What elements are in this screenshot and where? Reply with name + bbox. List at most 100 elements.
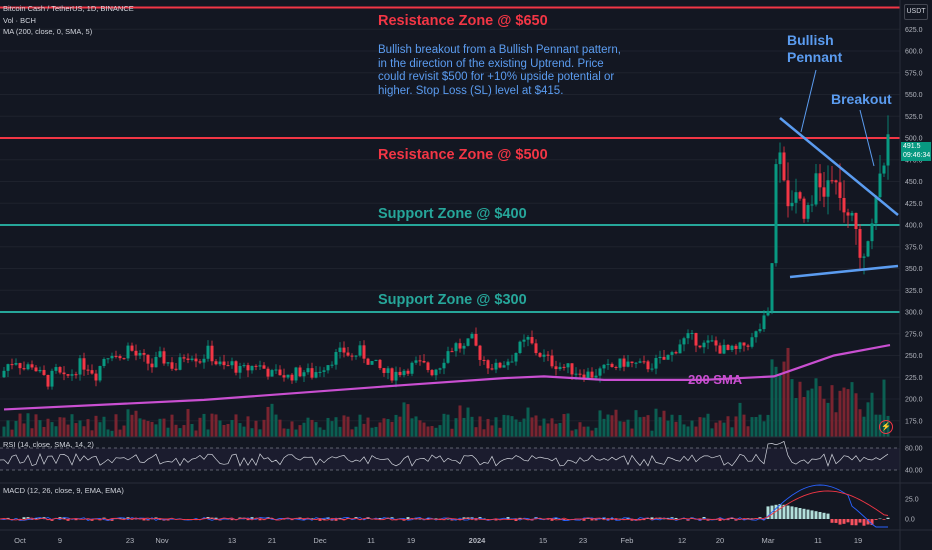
volume-bar [206, 429, 210, 437]
volume-bar [806, 390, 810, 437]
volume-bar [178, 428, 182, 437]
time-tick-label: 23 [126, 536, 134, 545]
candle-body [394, 371, 398, 381]
candle-body [494, 362, 498, 370]
macd-tick-label: 0.0 [905, 517, 915, 524]
volume-indicator-label[interactable]: Vol · BCH [3, 16, 36, 25]
volume-bar [466, 407, 470, 437]
volume-bar [338, 426, 342, 437]
volume-bar [830, 385, 834, 437]
candle-body [526, 337, 530, 340]
macd-histogram-bar [854, 519, 858, 526]
volume-bar [298, 425, 302, 437]
volume-bar [578, 422, 582, 437]
time-tick-label: 11 [367, 536, 375, 545]
volume-bar [730, 427, 734, 437]
volume-bar [610, 415, 614, 437]
candle-body [762, 315, 766, 330]
candle-body [362, 345, 366, 359]
candle-body [38, 369, 42, 372]
volume-bar [222, 424, 226, 437]
volume-bar [662, 410, 666, 437]
volume-bar [406, 404, 410, 437]
candle-body [314, 372, 318, 378]
candle-body [166, 362, 170, 364]
volume-bar [582, 426, 586, 437]
volume-bar [538, 425, 542, 437]
candle-body [750, 337, 754, 347]
candle-body [790, 202, 794, 207]
symbol-title[interactable]: Bitcoin Cash / TetherUS, 1D, BINANCE [3, 4, 134, 13]
volume-bar [550, 418, 554, 437]
currency-button[interactable]: USDT [904, 4, 928, 20]
candle-body [562, 366, 566, 368]
volume-bar [386, 419, 390, 437]
volume-bar [82, 426, 86, 437]
candle-body [210, 345, 214, 362]
volume-bar [302, 422, 306, 437]
macd-indicator-label[interactable]: MACD (12, 26, close, 9, EMA, EMA) [3, 486, 124, 495]
candle-body [702, 342, 706, 348]
candle-body [882, 165, 886, 174]
candle-body [550, 355, 554, 367]
candle-body [378, 359, 382, 369]
volume-bar [794, 398, 798, 437]
candle-body [710, 340, 714, 342]
time-tick-label: Mar [762, 536, 775, 545]
volume-bar [414, 416, 418, 437]
sma-200-label: 200 SMA [688, 372, 743, 387]
price-tick-label: 300.0 [905, 310, 923, 317]
candle-body [322, 370, 326, 372]
candle-body [538, 353, 542, 357]
candle-body [810, 204, 814, 206]
macd-histogram-bar [822, 512, 826, 519]
candle-body [858, 229, 862, 258]
candle-body [206, 345, 210, 359]
candle-body [422, 360, 426, 363]
candle-body [286, 374, 290, 378]
candle-body [122, 358, 126, 360]
candle-body [558, 366, 562, 370]
volume-bar [618, 421, 622, 437]
candle-body [642, 361, 646, 363]
volume-bar [634, 410, 638, 437]
volume-bar [594, 427, 598, 437]
volume-bar [518, 421, 522, 437]
candle-body [262, 365, 266, 369]
candle-body [502, 365, 506, 368]
volume-bar [310, 419, 314, 437]
candle-body [62, 372, 66, 375]
time-tick-label: Oct [14, 536, 27, 545]
volume-bar [842, 387, 846, 437]
candle-body [566, 363, 570, 368]
time-tick-label: 11 [814, 536, 822, 545]
macd-histogram-bar [826, 513, 830, 519]
candle-body [98, 366, 102, 381]
volume-bar [438, 425, 442, 437]
volume-bar [478, 416, 482, 437]
candle-body [866, 241, 870, 257]
volume-bar [602, 418, 606, 437]
ma-indicator-label[interactable]: MA (200, close, 0, SMA, 5) [3, 27, 92, 36]
volume-bar [862, 416, 866, 437]
volume-bar [282, 428, 286, 437]
candle-body [846, 212, 850, 216]
candle-body [734, 345, 738, 349]
rsi-indicator-label[interactable]: RSI (14, close, SMA, 14, 2) [3, 440, 94, 449]
candle-body [802, 198, 806, 219]
candle-body [266, 368, 270, 377]
candle-body [238, 365, 242, 373]
volume-bar [570, 430, 574, 437]
candle-body [478, 345, 482, 360]
candle-body [142, 352, 146, 355]
macd-histogram-bar [142, 519, 146, 521]
candle-body [542, 354, 546, 357]
volume-bar [854, 393, 858, 437]
candle-body [230, 361, 234, 366]
volume-bar [18, 413, 22, 437]
volume-bar [118, 429, 122, 437]
lightning-icon[interactable]: ⚡ [879, 420, 893, 434]
volume-bar [314, 422, 318, 437]
volume-bar [330, 421, 334, 437]
volume-bar [38, 420, 42, 437]
